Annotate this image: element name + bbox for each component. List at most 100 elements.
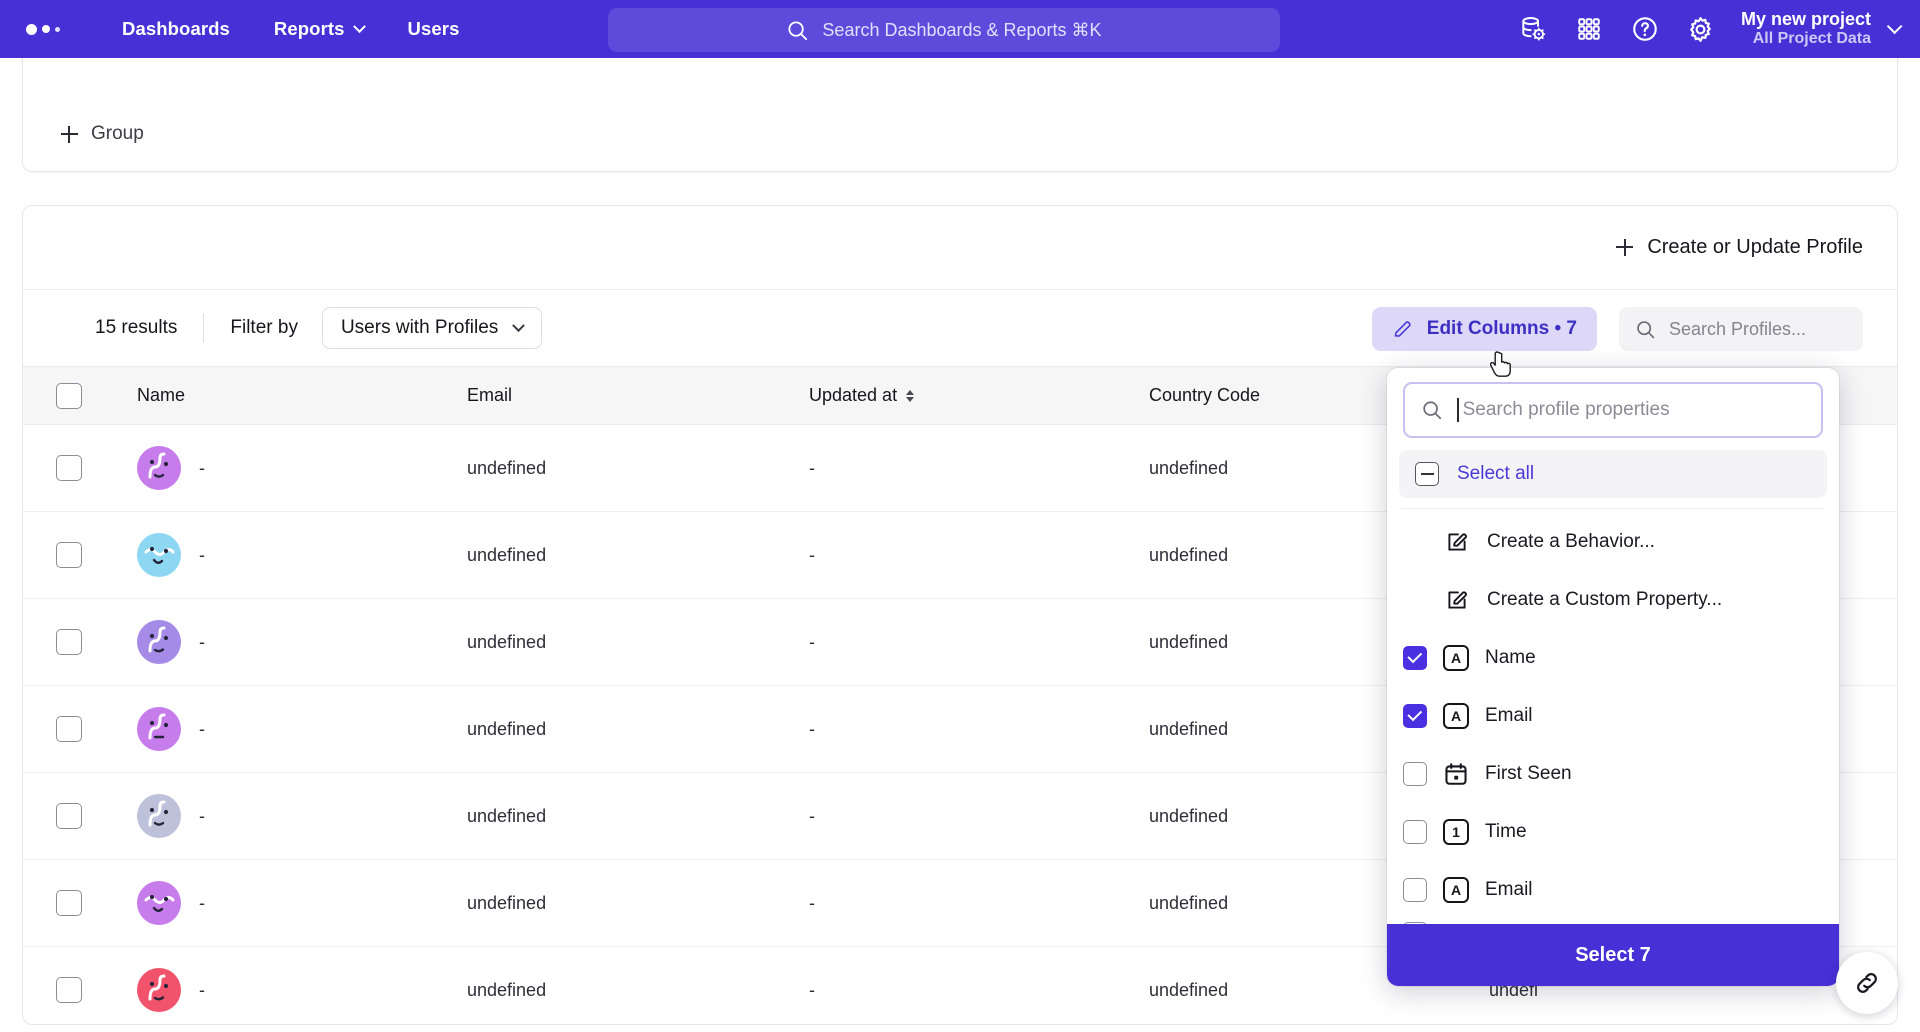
cell-name: - [115, 685, 455, 773]
dropdown-divider [1401, 508, 1825, 509]
text-type-icon: A [1443, 877, 1469, 903]
column-header-email[interactable]: Email [455, 366, 797, 425]
nav-item-reports[interactable]: Reports [252, 0, 386, 58]
cell-updated-at: - [797, 424, 1137, 512]
property-label: Time [1485, 821, 1527, 842]
grid-apps-icon[interactable] [1561, 0, 1617, 58]
help-circle-icon[interactable] [1617, 0, 1673, 58]
row-select-cell [23, 598, 115, 686]
row-checkbox[interactable] [56, 455, 82, 481]
text-type-icon: A [1443, 703, 1469, 729]
row-select-cell [23, 424, 115, 512]
sort-arrows-icon [906, 389, 915, 402]
cell-updated-at-value: - [809, 457, 815, 478]
cell-email: undefined [455, 424, 797, 512]
cell-email: undefined [455, 598, 797, 686]
property-label: Email [1485, 879, 1533, 900]
toolbar-right-actions: Edit Columns • 7 Search Profiles... [1371, 307, 1863, 351]
profile-property-item[interactable]: A Email [1387, 687, 1839, 745]
select-confirm-button[interactable]: Select 7 [1387, 924, 1839, 986]
cell-email: undefined [455, 772, 797, 860]
column-header-label: Updated at [809, 385, 898, 405]
property-label: Name [1485, 647, 1536, 668]
column-header-updated-at[interactable]: Updated at [797, 366, 1137, 425]
property-checkbox[interactable] [1403, 704, 1427, 728]
cell-country-code-value: undefined [1149, 631, 1229, 652]
chevron-down-icon [352, 19, 366, 33]
edit-columns-button[interactable]: Edit Columns • 7 [1371, 307, 1597, 351]
row-select-cell [23, 685, 115, 773]
row-checkbox[interactable] [56, 890, 82, 916]
filter-select-value: Users with Profiles [340, 317, 499, 338]
property-checkbox[interactable] [1403, 762, 1427, 786]
edit-columns-label: Edit Columns • 7 [1426, 318, 1577, 339]
row-checkbox[interactable] [56, 977, 82, 1003]
property-checkbox[interactable] [1403, 820, 1427, 844]
cell-updated-at-value: - [809, 631, 815, 652]
search-profiles-input[interactable]: Search Profiles... [1619, 307, 1863, 351]
project-text: My new project All Project Data [1741, 9, 1871, 49]
row-checkbox[interactable] [56, 542, 82, 568]
create-behavior-item[interactable]: Create a Behavior... [1387, 513, 1839, 571]
avatar [137, 620, 181, 664]
global-search-button[interactable]: Search Dashboards & Reports ⌘K [608, 8, 1280, 52]
number-type-icon: 1 [1443, 819, 1469, 845]
item-label: Create a Behavior... [1487, 531, 1655, 552]
cell-email-value: undefined [467, 631, 547, 652]
project-switcher[interactable]: My new project All Project Data [1741, 9, 1903, 49]
database-settings-icon[interactable] [1505, 0, 1561, 58]
create-custom-property-item[interactable]: Create a Custom Property... [1387, 571, 1839, 629]
cell-updated-at: - [797, 859, 1137, 947]
property-checkbox[interactable] [1403, 878, 1427, 902]
cell-country-code-value: undefined [1149, 805, 1229, 826]
profile-property-item[interactable]: A Email [1387, 861, 1839, 919]
plus-icon [61, 125, 78, 143]
select-all-label: Select all [1457, 463, 1535, 484]
profile-properties-search-input[interactable]: Search profile properties [1403, 382, 1823, 438]
cell-country-code-value: undefined [1149, 718, 1229, 739]
row-checkbox[interactable] [56, 716, 82, 742]
row-select-cell [23, 946, 115, 1024]
search-icon [1423, 401, 1442, 420]
app-logo[interactable] [26, 23, 60, 35]
select-all-checkbox-indeterminate[interactable] [1415, 462, 1439, 486]
cell-email-value: undefined [467, 805, 547, 826]
share-link-button[interactable] [1836, 952, 1898, 1014]
property-checkbox[interactable] [1403, 646, 1427, 670]
create-profile-label: Create or Update Profile [1647, 236, 1863, 258]
create-or-update-profile-button[interactable]: Create or Update Profile [1616, 236, 1863, 259]
cell-country-code-value: undefined [1149, 544, 1229, 565]
select-all-row[interactable]: Select all [1399, 450, 1827, 498]
row-checkbox[interactable] [56, 803, 82, 829]
filter-by-label: Filter by [230, 317, 298, 338]
select-all-checkbox[interactable] [56, 382, 82, 409]
cell-name-value: - [199, 892, 205, 913]
calendar-icon [1443, 761, 1469, 787]
avatar [137, 968, 181, 1012]
add-group-button[interactable]: Group [61, 123, 144, 145]
nav-item-dashboards[interactable]: Dashboards [100, 0, 252, 58]
cell-email: undefined [455, 946, 797, 1024]
cell-updated-at-value: - [809, 544, 815, 565]
plus-icon [1616, 239, 1634, 256]
column-header-name[interactable]: Name [115, 366, 455, 425]
profile-properties-list: Create a Behavior... Create a Custom Prop… [1387, 513, 1839, 986]
cell-email-value: undefined [467, 544, 547, 565]
text-type-icon: A [1443, 645, 1469, 671]
dropdown-search-wrap: Search profile properties [1387, 368, 1839, 446]
cell-name-value: - [199, 718, 205, 739]
cell-updated-at-value: - [809, 805, 815, 826]
profile-property-item[interactable]: First Seen [1387, 745, 1839, 803]
nav-item-users[interactable]: Users [386, 0, 482, 58]
cell-name: - [115, 424, 455, 512]
profile-property-item[interactable]: 1 Time [1387, 803, 1839, 861]
cell-name: - [115, 946, 455, 1024]
row-checkbox[interactable] [56, 629, 82, 655]
cell-name-value: - [199, 805, 205, 826]
project-name: My new project [1740, 8, 1871, 29]
profile-property-item[interactable]: A Name [1387, 629, 1839, 687]
sort-control[interactable]: Updated at [809, 385, 915, 406]
pencil-square-icon [1443, 586, 1471, 614]
filter-select[interactable]: Users with Profiles [321, 307, 543, 349]
gear-icon[interactable] [1673, 0, 1729, 58]
